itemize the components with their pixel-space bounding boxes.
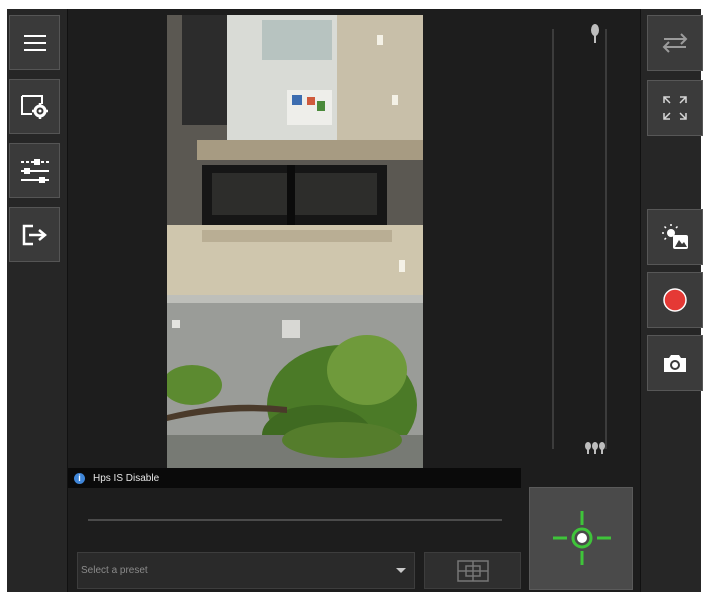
- tree-icon: [591, 24, 599, 43]
- trees-icon: [585, 442, 605, 454]
- swap-arrows-icon: [662, 33, 688, 53]
- exit-button[interactable]: [9, 207, 60, 262]
- status-bar: i Hps IS Disable: [68, 468, 521, 488]
- sliders-icon: [20, 158, 49, 183]
- swap-button[interactable]: [647, 15, 703, 71]
- camera-scene: [167, 15, 423, 468]
- record-button[interactable]: [647, 272, 703, 328]
- ptz-center-button[interactable]: [529, 487, 633, 590]
- crosshair-icon: [553, 511, 611, 565]
- display-settings-icon: [20, 94, 48, 119]
- zoom-track[interactable]: [552, 29, 554, 449]
- left-toolbar: [7, 9, 68, 592]
- video-area: i Hps IS Disable Select a preset: [68, 9, 640, 592]
- hamburger-menu-icon: [23, 34, 46, 51]
- exit-arrow-icon: [22, 224, 47, 245]
- fullscreen-button[interactable]: [647, 80, 703, 136]
- camera-settings-button[interactable]: [9, 79, 60, 134]
- focus-track[interactable]: [605, 29, 607, 449]
- record-icon: [663, 288, 687, 312]
- preset-select[interactable]: Select a preset: [77, 552, 415, 589]
- grid-icon: [456, 559, 489, 582]
- image-brightness-icon: [662, 224, 688, 249]
- snapshot-button[interactable]: [647, 335, 703, 391]
- menu-button[interactable]: [9, 15, 60, 70]
- camera-control-app: i Hps IS Disable Select a preset: [7, 9, 703, 592]
- status-message: Hps IS Disable: [93, 472, 160, 484]
- grid-layout-button[interactable]: [424, 552, 521, 589]
- camera-icon: [664, 355, 686, 372]
- pan-slider[interactable]: [88, 519, 502, 521]
- fullscreen-expand-icon: [663, 96, 687, 120]
- camera-video-feed[interactable]: [167, 15, 423, 468]
- info-icon: i: [74, 472, 85, 484]
- preset-placeholder: Select a preset: [81, 565, 148, 576]
- adjustments-button[interactable]: [9, 143, 60, 198]
- right-toolbar: [640, 9, 703, 592]
- image-enhance-button[interactable]: [647, 209, 703, 265]
- chevron-down-icon: [396, 568, 406, 573]
